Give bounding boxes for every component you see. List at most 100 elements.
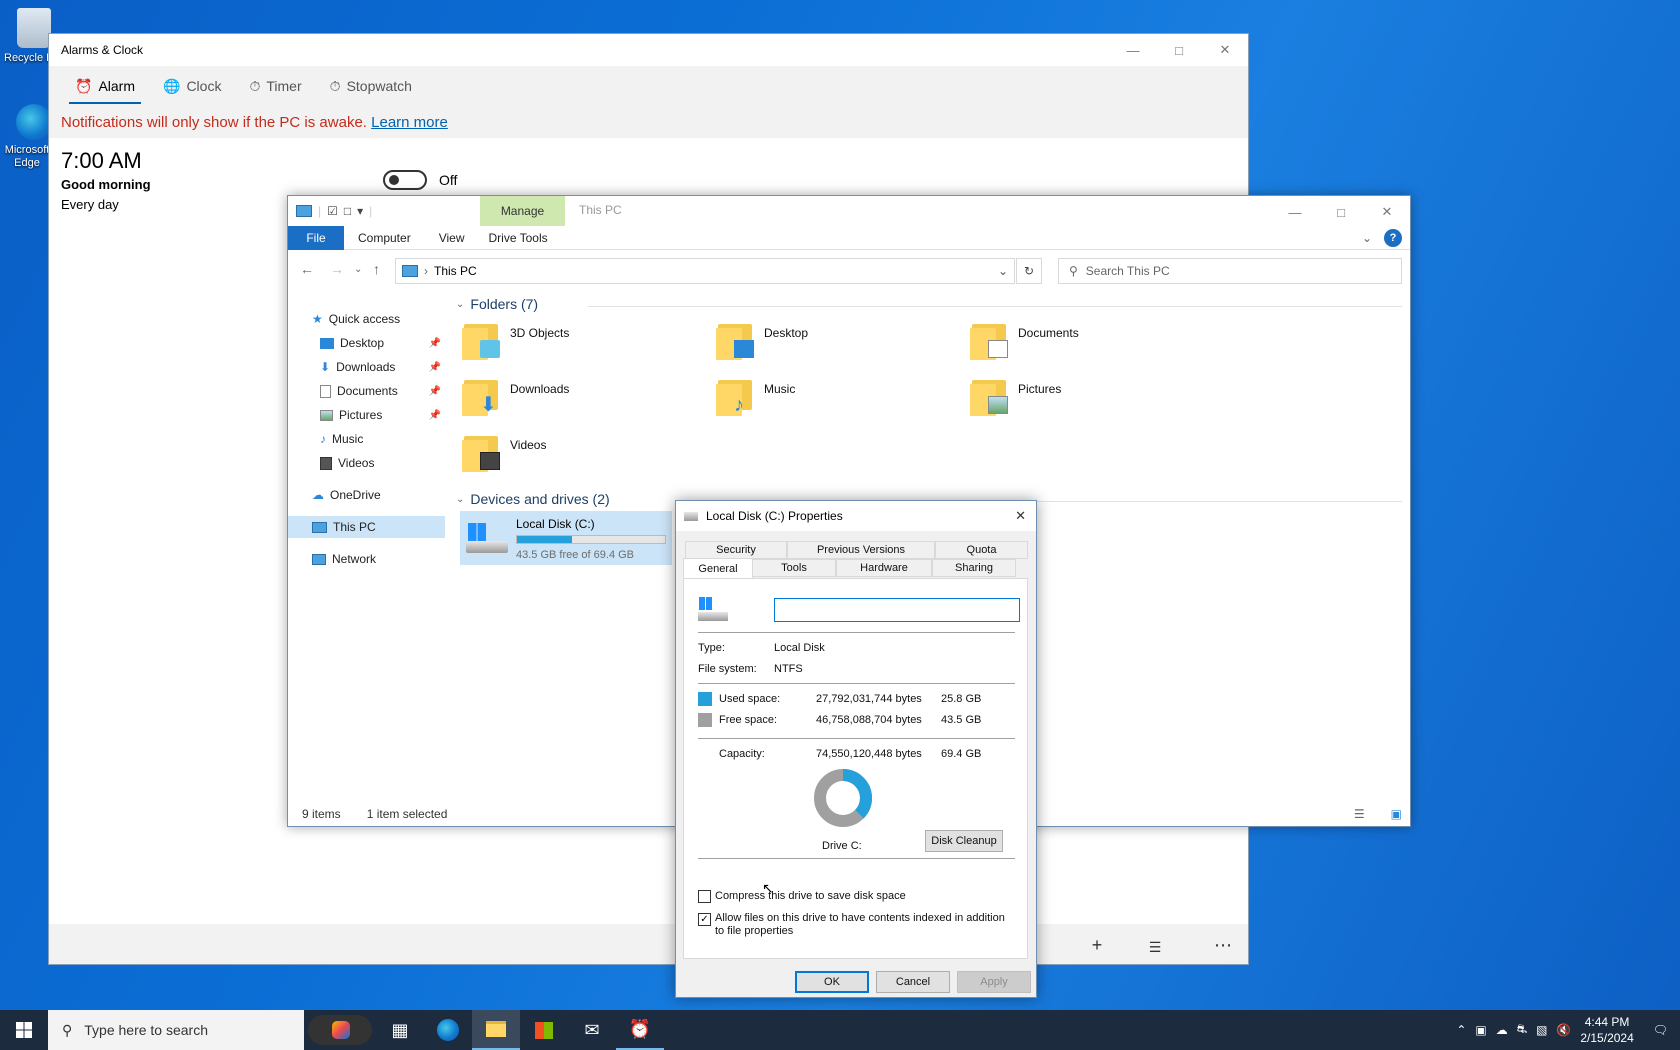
- folder-desktop[interactable]: Desktop: [716, 318, 956, 366]
- folder-music[interactable]: ♪ Music: [716, 374, 956, 422]
- add-alarm-icon[interactable]: +: [1082, 935, 1112, 956]
- task-view-button[interactable]: ▦: [376, 1010, 424, 1050]
- compress-checkbox[interactable]: [698, 890, 711, 903]
- address-bar[interactable]: › This PC ⌄: [395, 258, 1015, 284]
- expand-ribbon-icon[interactable]: ⌄: [1362, 226, 1384, 249]
- search-input[interactable]: ⚲ Search This PC: [1058, 258, 1402, 284]
- tab-previous-versions[interactable]: Previous Versions: [787, 541, 935, 559]
- nav-music[interactable]: ♪ Music: [288, 428, 445, 450]
- minimize-icon[interactable]: —: [1272, 196, 1318, 228]
- folder-videos[interactable]: Videos: [462, 430, 702, 478]
- recent-locations-icon[interactable]: ⌄: [354, 264, 362, 275]
- alarm-icon: ⏰: [75, 77, 93, 94]
- tab-drive-tools[interactable]: Drive Tools: [478, 226, 561, 250]
- maximize-icon[interactable]: □: [1156, 34, 1202, 66]
- type-value: Local Disk: [774, 642, 825, 654]
- manage-context-tab[interactable]: Manage: [480, 196, 565, 226]
- tab-clock[interactable]: 🌐 Clock: [149, 66, 235, 106]
- network-icon[interactable]: ▧: [1536, 1023, 1547, 1037]
- disk-cleanup-button[interactable]: Disk Cleanup: [925, 830, 1003, 852]
- onedrive-cloud-icon[interactable]: ☁: [1496, 1023, 1508, 1037]
- alarm-toggle[interactable]: [383, 170, 427, 190]
- folder-downloads[interactable]: ⬇ Downloads: [462, 374, 702, 422]
- tab-security[interactable]: Security: [685, 541, 787, 559]
- nav-documents[interactable]: Documents 📌: [288, 380, 445, 402]
- chevron-up-icon[interactable]: ⌃: [1456, 1023, 1466, 1037]
- tab-hardware[interactable]: Hardware: [836, 559, 932, 577]
- mail-taskbar-button[interactable]: ✉: [568, 1010, 616, 1050]
- up-icon[interactable]: ↑: [373, 261, 380, 277]
- new-folder-icon[interactable]: □: [344, 204, 351, 218]
- large-icons-view-icon[interactable]: ▣: [1391, 807, 1402, 821]
- nav-label: This PC: [333, 520, 376, 534]
- refresh-icon[interactable]: ↻: [1016, 258, 1042, 284]
- nav-pictures[interactable]: Pictures 📌: [288, 404, 445, 426]
- folders-group-header[interactable]: ⌄ Folders (7): [456, 296, 538, 312]
- compress-label: Compress this drive to save disk space: [715, 890, 906, 902]
- taskbar-search-input[interactable]: ⚲ Type here to search: [48, 1010, 304, 1050]
- tab-general[interactable]: General: [683, 558, 753, 578]
- tab-computer[interactable]: Computer: [344, 226, 425, 250]
- folder-documents[interactable]: Documents: [970, 318, 1210, 366]
- taskbar-clock[interactable]: 4:44 PM 2/15/2024: [1580, 1014, 1633, 1046]
- nav-onedrive[interactable]: ☁ OneDrive: [288, 484, 445, 506]
- alarm-time[interactable]: 7:00 AM: [61, 148, 142, 174]
- nav-videos[interactable]: Videos: [288, 452, 445, 474]
- nav-desktop[interactable]: Desktop 📌: [288, 332, 445, 354]
- more-options-icon[interactable]: ⋯: [1208, 935, 1238, 956]
- devices-group-header[interactable]: ⌄ Devices and drives (2): [456, 491, 610, 507]
- free-space-swatch: [698, 713, 712, 727]
- ok-button[interactable]: OK: [795, 971, 869, 993]
- close-icon[interactable]: ✕: [1015, 508, 1026, 524]
- meet-now-icon[interactable]: ▣: [1475, 1023, 1486, 1037]
- tab-stopwatch[interactable]: ⏱ Stopwatch: [316, 66, 426, 106]
- breadcrumb: This PC: [434, 264, 477, 278]
- folder-label: Documents: [1018, 326, 1079, 340]
- tab-quota[interactable]: Quota: [935, 541, 1028, 559]
- nav-this-pc[interactable]: This PC: [288, 516, 445, 538]
- alarms-taskbar-button[interactable]: ⏰: [616, 1010, 664, 1050]
- start-button[interactable]: [0, 1010, 48, 1050]
- copilot-button[interactable]: [304, 1010, 376, 1050]
- volume-muted-icon[interactable]: 🔇: [1556, 1023, 1571, 1037]
- select-alarms-icon[interactable]: ☰: [1140, 939, 1170, 956]
- folder-label: Desktop: [764, 326, 809, 340]
- usage-donut-chart: [814, 769, 872, 827]
- details-view-icon[interactable]: ☰: [1354, 807, 1365, 821]
- back-icon[interactable]: ←: [300, 261, 314, 277]
- apply-button[interactable]: Apply: [957, 971, 1031, 993]
- learn-more-link[interactable]: Learn more: [371, 114, 448, 131]
- edge-taskbar-button[interactable]: [424, 1010, 472, 1050]
- drive-local-disk-c[interactable]: Local Disk (C:) 43.5 GB free of 69.4 GB: [460, 511, 672, 565]
- close-icon[interactable]: ✕: [1364, 196, 1410, 228]
- tab-file[interactable]: File: [288, 226, 344, 250]
- forward-icon[interactable]: →: [330, 261, 344, 277]
- folder-pictures[interactable]: Pictures: [970, 374, 1210, 422]
- file-explorer-taskbar-button[interactable]: [472, 1010, 520, 1050]
- tab-timer[interactable]: ⏱ Timer: [235, 66, 315, 106]
- customize-toolbar-icon[interactable]: ▾: [357, 204, 363, 218]
- maximize-icon[interactable]: □: [1318, 196, 1364, 228]
- notifications-icon[interactable]: 🗨: [1653, 1023, 1668, 1037]
- minimize-icon[interactable]: —: [1110, 34, 1156, 66]
- edge-icon: [437, 1019, 459, 1041]
- close-icon[interactable]: ✕: [1202, 34, 1248, 66]
- security-icon[interactable]: ⛐: [1517, 1022, 1527, 1038]
- tab-sharing[interactable]: Sharing: [932, 559, 1016, 577]
- cancel-button[interactable]: Cancel: [876, 971, 950, 993]
- properties-dialog: Local Disk (C:) Properties ✕ Security Pr…: [675, 500, 1037, 998]
- tab-alarm[interactable]: ⏰ Alarm: [61, 66, 149, 106]
- index-checkbox[interactable]: ✓: [698, 913, 711, 926]
- store-taskbar-button[interactable]: [520, 1010, 568, 1050]
- nav-label: Quick access: [328, 312, 401, 326]
- nav-downloads[interactable]: ⬇ Downloads 📌: [288, 356, 445, 378]
- properties-icon[interactable]: ☑: [327, 204, 338, 218]
- nav-network[interactable]: Network: [288, 548, 445, 570]
- address-dropdown-icon[interactable]: ⌄: [998, 264, 1008, 278]
- folder-3d-objects[interactable]: 3D Objects: [462, 318, 702, 366]
- tab-view[interactable]: View: [425, 226, 479, 250]
- help-icon[interactable]: ?: [1384, 229, 1402, 247]
- nav-quick-access[interactable]: ★ Quick access: [288, 308, 445, 330]
- drive-label-input[interactable]: [774, 598, 1020, 622]
- tab-tools[interactable]: Tools: [752, 559, 836, 577]
